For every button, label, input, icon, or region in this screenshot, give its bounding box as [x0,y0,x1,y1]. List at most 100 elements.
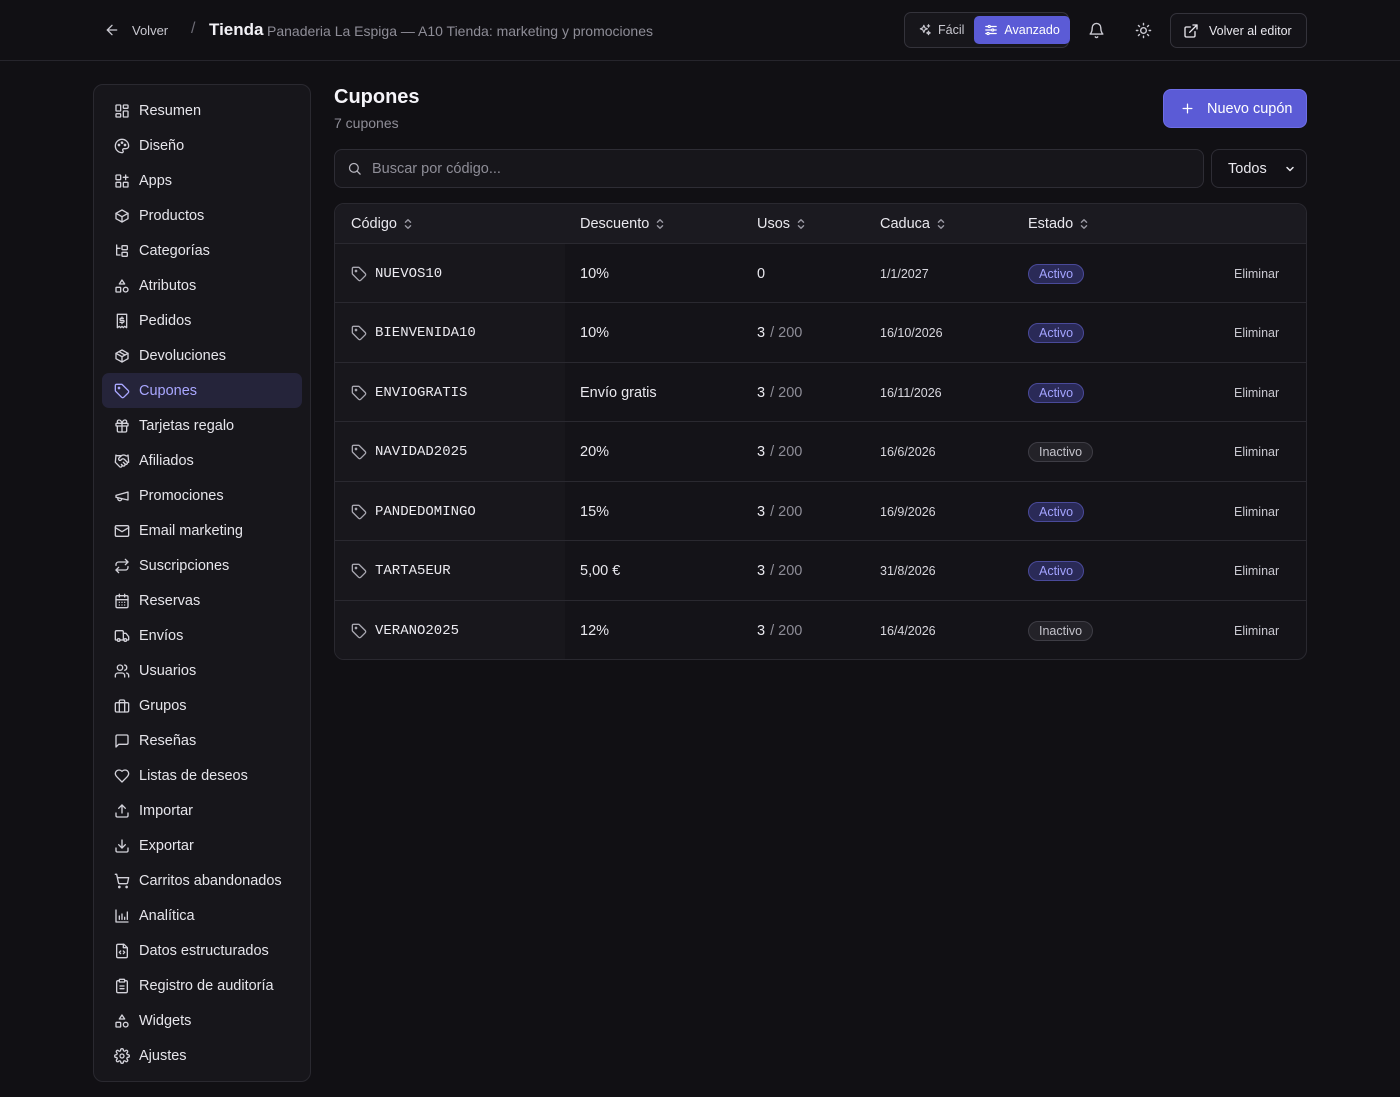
delete-button[interactable]: Eliminar [1234,482,1279,541]
delete-button[interactable]: Eliminar [1234,542,1279,601]
expires-cell: 16/6/2026 [880,445,936,459]
coupon-code-cell: TARTA5EUR [351,542,451,601]
uses-max: / 200 [770,384,803,401]
status-filter-value: Todos [1228,160,1267,177]
back-button[interactable]: Volver [104,18,168,42]
sidebar-item-resumen[interactable]: Resumen [102,93,302,128]
sidebar-item-promociones[interactable]: Promociones [102,478,302,513]
sidebar-item-devoluciones[interactable]: Devoluciones [102,338,302,373]
sidebar-item-exportar[interactable]: Exportar [102,828,302,863]
sidebar-item-categorias[interactable]: Categorías [102,233,302,268]
sidebar-item-usuarios[interactable]: Usuarios [102,653,302,688]
sidebar-item-tarjetas-regalo[interactable]: Tarjetas regalo [102,408,302,443]
column-header-code[interactable]: Código [351,216,413,232]
delete-button[interactable]: Eliminar [1234,601,1279,659]
sidebar-item-label: Grupos [139,697,187,714]
sidebar-item-widgets[interactable]: Widgets [102,1003,302,1038]
mode-advanced-button[interactable]: Avanzado [974,16,1070,44]
sidebar-item-importar[interactable]: Importar [102,793,302,828]
file-code-icon [114,943,130,959]
sidebar: Resumen Diseño Apps Productos Categorías Atri… [93,84,311,1082]
sidebar-item-label: Apps [139,172,173,189]
sidebar-item-envios[interactable]: Envíos [102,618,302,653]
sidebar-item-analitica[interactable]: Analítica [102,898,302,933]
uses-count: 3 [757,325,766,341]
arrow-left-icon [104,22,120,38]
mode-advanced-label: Avanzado [1004,23,1060,37]
heart-icon [114,768,130,784]
theme-toggle-button[interactable] [1130,17,1156,43]
mode-easy-label: Fácil [938,23,965,37]
sidebar-item-resenas[interactable]: Reseñas [102,723,302,758]
coupon-code: BIENVENIDA10 [375,325,476,341]
sidebar-item-label: Analítica [139,907,195,924]
status-cell: Activo [1028,244,1085,303]
uses-cell: 3 / 200 [757,482,802,541]
sidebar-item-carritos-abandonados[interactable]: Carritos abandonados [102,863,302,898]
tag-icon [351,504,367,520]
column-header-discount[interactable]: Descuento [580,216,665,232]
sidebar-item-email-marketing[interactable]: Email marketing [102,513,302,548]
uses-count: 3 [757,503,766,520]
column-header-status[interactable]: Estado [1028,216,1089,232]
table-header: Código Descuento Usos Caduca Estado [335,204,1306,244]
delete-button[interactable]: Eliminar [1234,423,1279,482]
delete-button[interactable]: Eliminar [1234,244,1279,303]
status-badge: Inactivo [1028,442,1094,462]
delete-button[interactable]: Eliminar [1234,304,1279,363]
status-badge: Activo [1028,263,1085,284]
column-header-uses[interactable]: Usos [757,216,806,232]
coupon-code-cell: NAVIDAD2025 [351,423,467,482]
sidebar-item-ajustes[interactable]: Ajustes [102,1038,302,1073]
new-coupon-button[interactable]: Nuevo cupón [1163,89,1307,128]
back-to-editor-button[interactable]: Volver al editor [1170,13,1307,48]
coupon-code: VERANO2025 [375,622,460,639]
coupon-code: PANDEDOMINGO [375,503,476,520]
package-return-icon [114,348,130,364]
sidebar-item-label: Categorías [139,242,210,259]
bell-icon [1088,22,1105,39]
sidebar-item-atributos[interactable]: Atributos [102,268,302,303]
table-row: VERANO2025 12% 3 / 200 16/4/2026 Inactiv… [335,601,1306,659]
uses-cell: 3 / 200 [757,423,802,482]
sidebar-item-datos-estructurados[interactable]: Datos estructurados [102,933,302,968]
search-input[interactable] [372,160,1203,177]
coupon-code-cell: BIENVENIDA10 [351,304,476,363]
sidebar-item-pedidos[interactable]: Pedidos [102,303,302,338]
sidebar-item-productos[interactable]: Productos [102,198,302,233]
sidebar-item-label: Resumen [139,102,202,119]
sidebar-item-grupos[interactable]: Grupos [102,688,302,723]
sidebar-item-afiliados[interactable]: Afiliados [102,443,302,478]
sidebar-item-cupones[interactable]: Cupones [102,373,302,408]
uses-max: / 200 [770,444,803,460]
uses-count: 3 [757,622,766,639]
uses-max: / 200 [770,503,803,520]
status-filter-select[interactable]: Todos [1211,149,1307,188]
sidebar-item-registro-de-auditoria[interactable]: Registro de auditoría [102,968,302,1003]
sidebar-item-label: Listas de deseos [139,767,248,784]
sidebar-item-apps[interactable]: Apps [102,163,302,198]
cart-icon [114,873,130,889]
sidebar-item-label: Exportar [139,837,194,854]
sidebar-item-reservas[interactable]: Reservas [102,583,302,618]
sidebar-item-label: Pedidos [139,312,192,329]
status-badge: Activo [1028,323,1085,343]
sidebar-item-label: Suscripciones [139,557,230,574]
coupon-code-cell: VERANO2025 [351,601,460,659]
mode-easy-button[interactable]: Fácil [908,16,974,44]
column-header-label: Descuento [580,216,650,232]
delete-button[interactable]: Eliminar [1234,363,1279,422]
sidebar-item-label: Ajustes [139,1047,187,1064]
status-cell: Inactivo [1028,601,1094,659]
table-row: PANDEDOMINGO 15% 3 / 200 16/9/2026 Activ… [335,482,1306,541]
column-header-expires[interactable]: Caduca [880,216,946,232]
sidebar-item-label: Email marketing [139,522,243,539]
notifications-button[interactable] [1083,17,1109,43]
sidebar-item-diseno[interactable]: Diseño [102,128,302,163]
package-icon [114,208,130,224]
sidebar-item-listas-de-deseos[interactable]: Listas de deseos [102,758,302,793]
sidebar-item-label: Carritos abandonados [139,872,282,889]
sidebar-item-suscripciones[interactable]: Suscripciones [102,548,302,583]
table-row: NAVIDAD2025 20% 3 / 200 16/6/2026 Inacti… [335,423,1306,482]
status-cell: Activo [1028,304,1085,363]
